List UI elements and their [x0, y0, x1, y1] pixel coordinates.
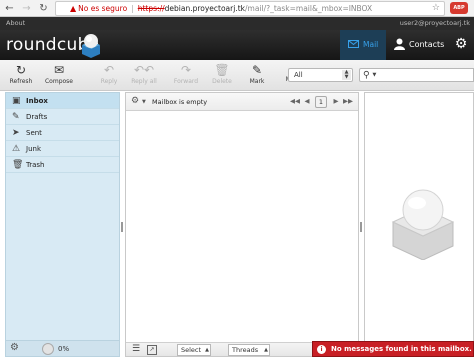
first-page-icon[interactable]: ◀◀	[290, 96, 300, 107]
filter-value: All	[294, 71, 303, 79]
reply-all-button[interactable]: ↶↶ Reply all	[129, 63, 159, 86]
roundcube-logo-icon	[82, 34, 100, 58]
forward-label: Forward	[173, 78, 199, 85]
updown-arrow-icon: ▲▼	[342, 70, 351, 80]
select-label: Select	[181, 346, 202, 354]
folder-settings-gear-icon[interactable]: ⚙	[10, 342, 19, 353]
compose-label: Compose	[44, 78, 73, 85]
pencil-icon: ✎	[12, 112, 20, 122]
url-host: debian.proyectoarj.tk	[164, 4, 245, 13]
next-page-icon[interactable]: ▶	[331, 96, 341, 107]
person-icon	[394, 38, 405, 50]
folder-label: Drafts	[26, 113, 48, 121]
search-options-arrow-icon[interactable]: ▼	[372, 72, 376, 78]
info-icon: i	[317, 345, 326, 354]
compose-envelope-icon: ✉	[53, 63, 65, 77]
refresh-button[interactable]: ↻ Refresh	[8, 63, 34, 86]
select-dropdown[interactable]: Select ▲▼	[177, 344, 211, 356]
updown-arrow-icon: ▲▼	[205, 347, 209, 353]
insecure-label: No es seguro	[78, 4, 128, 13]
url-path: /mail/?_task=mail&_mbox=INBOX	[244, 4, 373, 13]
folder-sent[interactable]: ➤ Sent	[6, 125, 119, 141]
forward-icon: ↷	[180, 63, 192, 77]
address-bar[interactable]: ▲ No es seguro | https://debian.proyectoarj…	[55, 1, 445, 16]
user-email: user2@proyectoarj.tk	[399, 19, 470, 27]
delete-button[interactable]: 🗑 Delete	[209, 63, 235, 86]
folder-drafts[interactable]: ✎ Drafts	[6, 109, 119, 125]
back-icon[interactable]: ←	[3, 2, 16, 15]
junk-icon: ⚠	[12, 144, 21, 154]
bookmark-star-icon[interactable]: ☆	[432, 2, 440, 15]
mark-button[interactable]: ✎ Mark	[246, 63, 268, 86]
nav-contacts-label: Contacts	[409, 40, 445, 49]
mail-envelope-icon	[348, 40, 359, 48]
app-header: roundcube Mail Contacts ⚙	[0, 30, 474, 60]
preview-pane	[364, 92, 474, 357]
url-scheme: https://	[137, 4, 165, 13]
forward-button[interactable]: ↷ Forward	[171, 63, 201, 86]
quota-pie-icon	[42, 343, 54, 355]
mail-toolbar: ↻ Refresh ✉ Compose ↶ Reply ↶↶ Reply all…	[0, 60, 474, 91]
message-list: ⚙ ▼ Mailbox is empty ◀◀ ◀ 1 ▶ ▶▶ ☰ ↗ Sel…	[125, 92, 359, 357]
folder-junk[interactable]: ⚠ Junk	[6, 141, 119, 157]
folder-label: Sent	[26, 129, 42, 137]
roundcube-watermark-icon	[391, 189, 455, 260]
trash-icon: 🗑	[12, 160, 24, 170]
list-options-gear-icon[interactable]: ⚙	[131, 96, 139, 106]
notification-text: No messages found in this mailbox.	[331, 345, 472, 353]
settings-gear-icon[interactable]: ⚙	[453, 36, 469, 52]
folder-label: Trash	[26, 161, 45, 169]
forward-nav-icon[interactable]: →	[20, 2, 33, 15]
folder-label: Junk	[26, 145, 41, 153]
folder-list: ▣ Inbox ✎ Drafts ➤ Sent ⚠ Junk 🗑 Trash ⚙…	[5, 92, 120, 357]
search-input[interactable]: ⚲ ▼	[359, 68, 474, 82]
trash-can-icon: 🗑	[214, 63, 230, 77]
threads-dropdown[interactable]: Threads ▲▼	[228, 344, 270, 356]
error-notification[interactable]: i No messages found in this mailbox.	[312, 341, 474, 357]
nav-contacts-button[interactable]: Contacts	[390, 30, 448, 60]
mark-pencil-icon: ✎	[251, 63, 263, 77]
browser-toolbar: ← → ↻ ▲ No es seguro | https://debian.proye…	[0, 0, 474, 17]
folder-trash[interactable]: 🗑 Trash	[6, 157, 119, 173]
adblock-extension-icon[interactable]: ABP	[450, 2, 468, 14]
about-link[interactable]: About	[6, 17, 25, 30]
updown-arrow-icon: ▲▼	[264, 347, 268, 353]
last-page-icon[interactable]: ▶▶	[343, 96, 353, 107]
mailbox-status: Mailbox is empty	[152, 98, 208, 106]
reload-icon[interactable]: ↻	[37, 2, 50, 15]
quota-text: 0%	[58, 345, 70, 353]
inbox-icon: ▣	[12, 96, 21, 106]
previous-page-icon[interactable]: ◀	[302, 96, 312, 107]
page-number[interactable]: 1	[315, 96, 327, 108]
message-filter-select[interactable]: All ▲ ▼	[288, 68, 353, 82]
nav-mail-label: Mail	[363, 40, 379, 49]
folder-inbox[interactable]: ▣ Inbox	[6, 93, 119, 109]
reply-label: Reply	[100, 78, 118, 85]
mark-label: Mark	[249, 78, 265, 85]
reply-icon: ↶	[103, 63, 115, 77]
reply-button[interactable]: ↶ Reply	[97, 63, 121, 86]
message-list-header: ⚙ ▼ Mailbox is empty ◀◀ ◀ 1 ▶ ▶▶	[126, 93, 358, 111]
list-options-arrow-icon[interactable]: ▼	[142, 99, 146, 105]
refresh-label: Refresh	[9, 78, 33, 85]
sent-icon: ➤	[12, 128, 20, 138]
expand-view-icon[interactable]: ↗	[147, 345, 157, 355]
folder-list-splitter[interactable]	[120, 92, 124, 357]
folder-footer: ⚙ 0%	[6, 340, 119, 356]
reply-all-label: Reply all	[131, 78, 157, 85]
nav-mail-button[interactable]: Mail	[340, 30, 386, 60]
warning-icon: ▲	[70, 4, 77, 13]
refresh-icon: ↻	[15, 63, 27, 77]
delete-label: Delete	[212, 78, 232, 85]
search-icon: ⚲	[363, 70, 370, 81]
reply-all-icon: ↶↶	[133, 63, 155, 77]
threads-label: Threads	[232, 346, 259, 354]
list-menu-icon[interactable]: ☰	[132, 344, 140, 354]
top-line-bar: About user2@proyectoarj.tk	[0, 17, 474, 30]
message-list-splitter[interactable]	[359, 92, 363, 357]
folder-label: Inbox	[26, 97, 48, 105]
compose-button[interactable]: ✉ Compose	[42, 63, 76, 86]
